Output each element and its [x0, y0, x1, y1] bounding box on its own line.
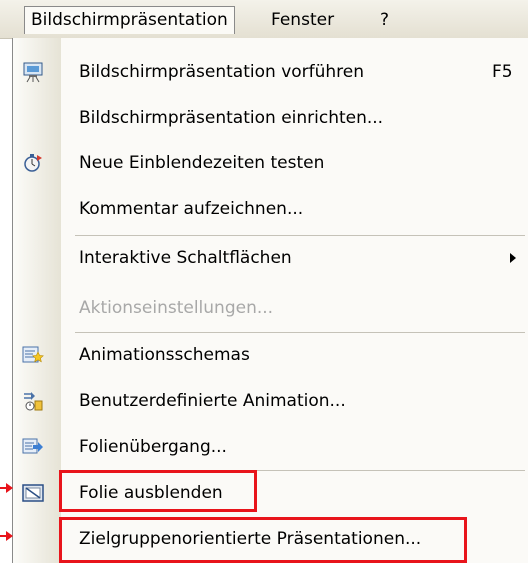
menu-fenster[interactable]: Fenster — [265, 6, 340, 34]
menu-item-interaktive-schaltflaechen[interactable]: Interaktive Schaltflächen — [13, 240, 528, 276]
highlight-box-folie-ausblenden — [59, 470, 257, 512]
menu-item-label: Benutzerdefinierte Animation... — [79, 391, 346, 411]
menu-item-kommentar[interactable]: Kommentar aufzeichnen... — [13, 191, 528, 227]
menu-item-label: Kommentar aufzeichnen... — [79, 199, 304, 219]
menu-item-einrichten[interactable]: Bildschirmpräsentation einrichten... — [13, 100, 528, 136]
menu-item-vorfuehren[interactable]: Bildschirmpräsentation vorführen F5 — [13, 54, 528, 90]
pointer-arrow-icon — [0, 531, 13, 541]
menu-item-label: Neue Einblendezeiten testen — [79, 153, 325, 173]
menu-bildschirmpraesentation[interactable]: Bildschirmpräsentation — [24, 6, 235, 34]
menu-item-label: Bildschirmpräsentation einrichten... — [79, 108, 384, 128]
highlight-box-zielgruppen — [59, 517, 467, 563]
submenu-arrow-icon — [510, 253, 516, 263]
menu-item-label: Folienübergang... — [79, 437, 227, 457]
menu-bar: Bildschirmpräsentation Fenster ? — [0, 0, 528, 39]
menu-item-aktionseinstellungen: Aktionseinstellungen... — [13, 290, 528, 326]
pointer-arrow-icon — [0, 483, 13, 493]
menu-separator — [75, 235, 525, 236]
menu-item-label: Bildschirmpräsentation vorführen — [79, 62, 365, 82]
menu-item-benutzerdefinierte-animation[interactable]: Benutzerdefinierte Animation... — [13, 383, 528, 419]
menu-item-folienuebergang[interactable]: Folienübergang... — [13, 429, 528, 465]
shortcut-label: F5 — [492, 62, 513, 82]
menu-item-label: Aktionseinstellungen... — [79, 298, 274, 318]
stopwatch-icon — [22, 152, 44, 174]
menu-item-label: Interaktive Schaltflächen — [79, 248, 292, 268]
menu-item-einblendezeiten[interactable]: Neue Einblendezeiten testen — [13, 145, 528, 181]
menu-item-animationsschemas[interactable]: Animationsschemas — [13, 337, 528, 373]
menu-item-label: Animationsschemas — [79, 345, 250, 365]
custom-animation-icon — [22, 390, 44, 412]
menu-separator — [75, 332, 525, 333]
hide-slide-icon — [22, 482, 44, 504]
animation-schemes-icon — [22, 344, 44, 366]
menu-help[interactable]: ? — [374, 6, 395, 34]
projector-icon — [22, 61, 44, 83]
slide-transition-icon — [22, 436, 44, 458]
